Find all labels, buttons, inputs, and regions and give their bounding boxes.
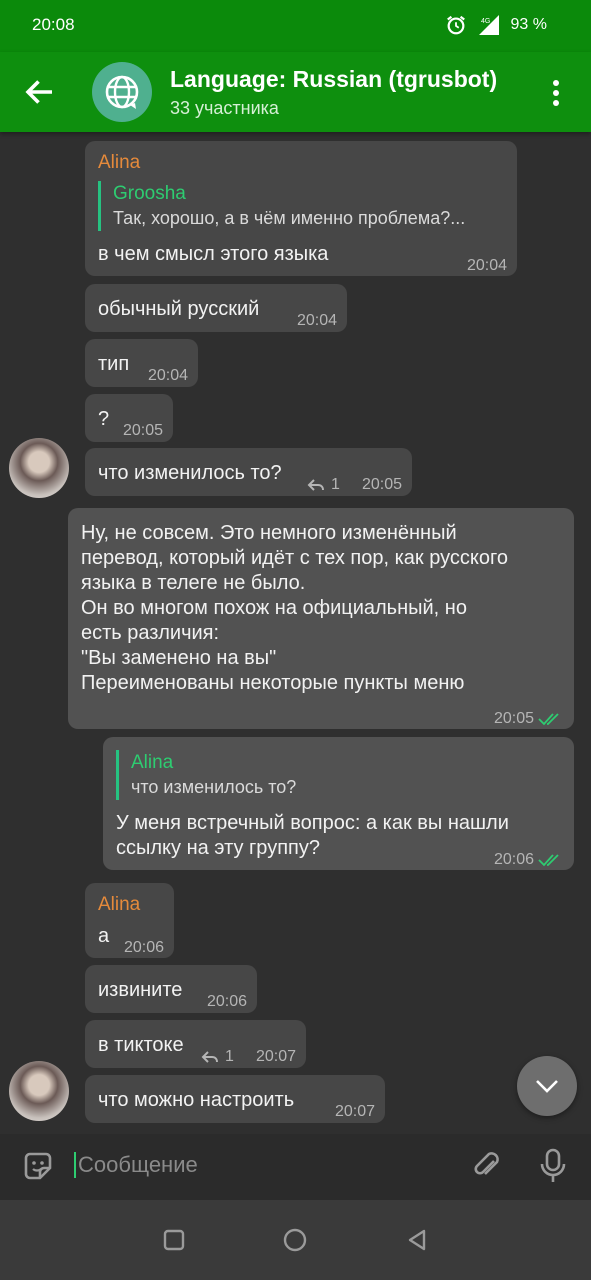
reply-text: что изменилось то? — [131, 777, 297, 797]
message-line: Он во многом похож на официальный, но — [81, 597, 467, 619]
message-bubble[interactable]: Alina Groosha Так, хорошо, а в чём именн… — [85, 141, 517, 276]
status-bar: 20:08 4G 93 % — [0, 0, 591, 52]
message-text: обычный русский — [98, 298, 260, 320]
message-bubble[interactable]: что можно настроить 20:07 — [85, 1075, 385, 1123]
reply-author: Alina — [131, 752, 174, 773]
back-nav-icon[interactable] — [406, 1228, 428, 1252]
signal-icon: 4G — [478, 15, 499, 35]
user-avatar[interactable] — [9, 438, 69, 498]
message-line: перевод, который идёт с тех пор, как рус… — [81, 547, 508, 569]
sender-name[interactable]: Alina — [98, 892, 140, 917]
microphone-icon[interactable] — [538, 1147, 568, 1185]
reply-preview[interactable]: Alina что изменилось то? — [116, 750, 551, 800]
message-bubble[interactable]: тип 20:04 — [85, 339, 198, 387]
message-input[interactable]: Сообщение — [74, 1152, 198, 1178]
reply-text: Так, хорошо, а в чём именно проблема?... — [113, 208, 466, 228]
message-text: извините — [98, 979, 183, 1001]
message-meta: 1 20:07 — [201, 1044, 296, 1069]
status-icons: 4G 93 % — [445, 14, 547, 36]
recents-icon[interactable] — [163, 1229, 185, 1251]
reply-preview[interactable]: Groosha Так, хорошо, а в чём именно проб… — [98, 181, 508, 231]
reply-arrow-icon — [201, 1050, 219, 1063]
reply-count[interactable]: 1 — [201, 1044, 234, 1069]
battery-percent: 93 % — [510, 16, 547, 33]
message-meta: 1 20:05 — [307, 472, 402, 497]
message-line: Ну, не совсем. Это немного изменённый — [81, 522, 457, 544]
message-text: что изменилось то? — [98, 462, 282, 484]
reply-count-value: 1 — [331, 476, 340, 493]
alarm-icon — [446, 15, 465, 35]
message-line: языка в телеге не было. — [81, 572, 306, 594]
reply-author: Groosha — [113, 183, 186, 204]
message-composer: Сообщение — [0, 1134, 591, 1200]
message-bubble[interactable]: ? 20:05 — [85, 394, 173, 442]
more-options-icon[interactable] — [546, 78, 566, 108]
message-line: есть различия: — [81, 622, 220, 644]
back-arrow-icon[interactable] — [22, 74, 58, 110]
reply-arrow-icon — [307, 478, 325, 491]
message-text: что можно настроить — [98, 1089, 295, 1111]
message-time: 20:06 — [493, 851, 534, 868]
reply-count-value: 1 — [225, 1048, 234, 1065]
message-line: "Вы заменено на вы" — [81, 647, 277, 669]
chat-header: Language: Russian (tgrusbot) 33 участник… — [0, 52, 591, 132]
sender-name[interactable]: Alina — [98, 150, 140, 175]
message-bubble-outgoing[interactable]: Alina что изменилось то? У меня встречны… — [103, 737, 574, 870]
attach-icon[interactable] — [470, 1149, 504, 1183]
message-text: У меня встречный вопрос: а как вы нашли … — [116, 811, 509, 861]
message-bubble[interactable]: Alina а 20:06 — [85, 883, 174, 958]
message-time: 20:06 — [123, 939, 164, 956]
message-text: Ну, не совсем. Это немного изменённый пе… — [81, 521, 508, 696]
message-text: в тиктоке — [98, 1034, 184, 1056]
message-text: тип — [98, 353, 130, 375]
message-time: 20:04 — [296, 312, 337, 329]
home-icon[interactable] — [283, 1228, 307, 1252]
message-time: 20:05 — [361, 476, 402, 493]
message-time: 20:07 — [255, 1048, 296, 1065]
member-count: 33 участника — [170, 98, 279, 118]
message-time: 20:05 — [493, 710, 534, 727]
read-check-icon — [538, 712, 559, 725]
scroll-to-bottom-button[interactable] — [517, 1056, 577, 1116]
message-time: 20:04 — [147, 367, 188, 384]
message-text: в чем смысл этого языка — [98, 243, 329, 265]
message-meta: 20:05 — [494, 706, 564, 731]
message-line: У меня встречный вопрос: а как вы нашли — [116, 812, 509, 834]
message-bubble[interactable]: в тиктоке 1 20:07 — [85, 1020, 306, 1068]
message-bubble[interactable]: что изменилось то? 1 20:05 — [85, 448, 412, 496]
chevron-down-icon — [536, 1080, 558, 1093]
globe-icon — [105, 75, 139, 109]
group-avatar[interactable] — [92, 62, 152, 122]
message-time: 20:06 — [206, 993, 247, 1010]
message-time: 20:05 — [122, 422, 163, 439]
reply-count[interactable]: 1 — [307, 472, 340, 497]
read-check-icon — [538, 853, 559, 866]
message-line: Переименованы некоторые пункты меню — [81, 672, 465, 694]
message-text: а — [98, 925, 110, 947]
message-meta: 20:06 — [494, 847, 564, 872]
message-line: ссылку на эту группу? — [116, 837, 320, 859]
system-nav-bar — [0, 1200, 591, 1280]
message-time: 20:07 — [334, 1103, 375, 1120]
user-avatar[interactable] — [9, 1061, 69, 1121]
status-time: 20:08 — [32, 15, 75, 34]
sticker-icon[interactable] — [21, 1149, 55, 1183]
chat-title[interactable]: Language: Russian (tgrusbot) — [170, 66, 497, 93]
message-bubble[interactable]: обычный русский 20:04 — [85, 284, 347, 332]
message-text: ? — [98, 408, 110, 430]
network-label: 4G — [481, 18, 490, 25]
message-bubble-outgoing[interactable]: Ну, не совсем. Это немного изменённый пе… — [68, 508, 574, 729]
message-bubble[interactable]: извините 20:06 — [85, 965, 257, 1013]
message-time: 20:04 — [466, 257, 507, 274]
